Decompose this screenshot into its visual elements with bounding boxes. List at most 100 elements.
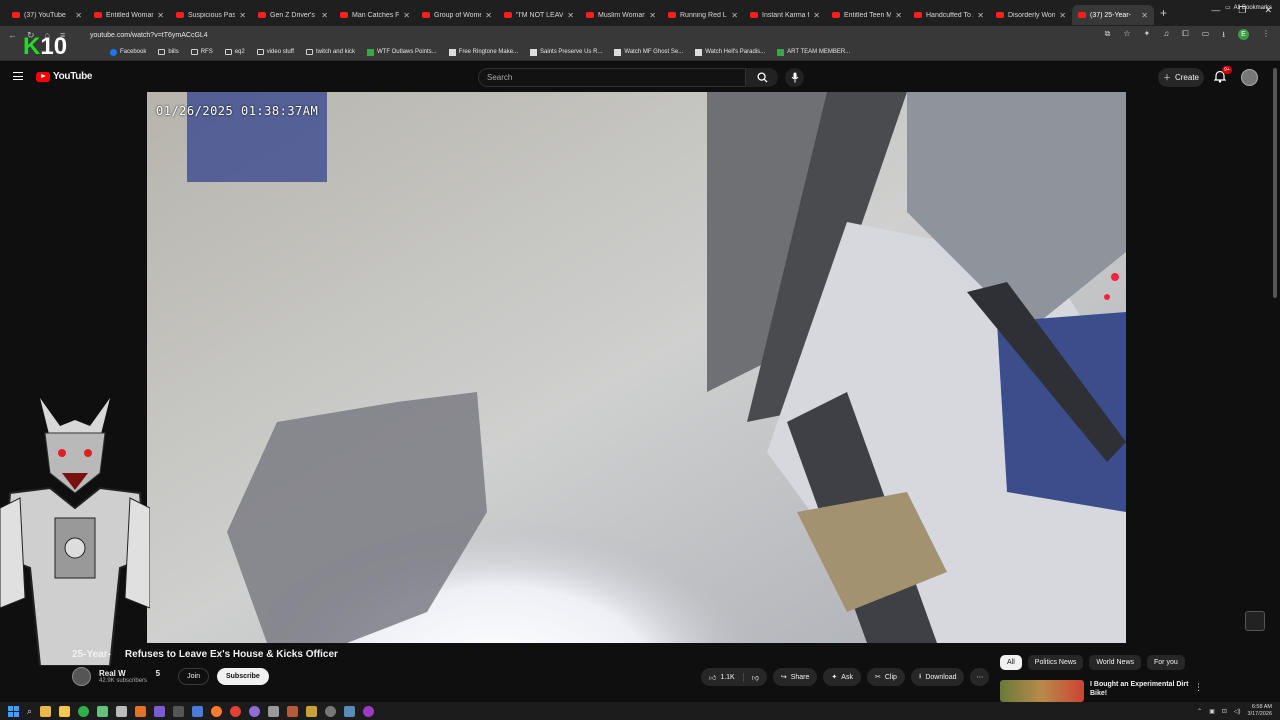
- download-button[interactable]: ⭳ Download: [910, 668, 965, 686]
- app-icon-5[interactable]: [173, 705, 185, 717]
- channel-avatar[interactable]: [72, 667, 91, 686]
- tab-close-icon[interactable]: ✕: [157, 11, 164, 20]
- browser-tab[interactable]: Entitled Woman I✕: [88, 5, 170, 25]
- tab-close-icon[interactable]: ✕: [567, 11, 574, 20]
- bookmark-item[interactable]: Saints Preserve Us R...: [530, 48, 602, 56]
- app-icon-11[interactable]: [344, 705, 356, 717]
- browser-tab[interactable]: Disorderly Wome✕: [990, 5, 1072, 25]
- bookmark-item[interactable]: RFS: [190, 49, 213, 55]
- notes-icon[interactable]: [59, 705, 71, 717]
- miniplayer-icon[interactable]: [1245, 611, 1265, 631]
- recommended-thumbnail[interactable]: [1000, 680, 1084, 702]
- profile-avatar[interactable]: E: [1238, 29, 1249, 40]
- windows-start-icon[interactable]: [8, 705, 19, 717]
- recommended-title[interactable]: I Bought an Experimental Dirt Bike!: [1090, 680, 1190, 702]
- app-icon-4[interactable]: [154, 705, 166, 717]
- volume-icon[interactable]: ◁): [1234, 708, 1241, 715]
- tab-close-icon[interactable]: ✕: [813, 11, 820, 20]
- browser-tab[interactable]: Running Red Ligh ✕: [662, 5, 744, 25]
- new-tab-plus-icon[interactable]: +: [1160, 6, 1167, 20]
- app-icon-12[interactable]: [363, 705, 375, 717]
- browser-tab[interactable]: Entitled Teen Me ✕: [826, 5, 908, 25]
- tab-close-icon[interactable]: ✕: [75, 11, 82, 20]
- more-actions-button[interactable]: ⋯: [970, 668, 990, 686]
- like-button[interactable]: 👍︎ 1.1K: [709, 673, 735, 682]
- app-icon-6[interactable]: [192, 705, 204, 717]
- file-explorer-icon[interactable]: [40, 705, 52, 717]
- menu-kebab-icon[interactable]: ⋮: [1262, 29, 1270, 43]
- tray-chevron-icon[interactable]: ⌃: [1197, 708, 1202, 715]
- taskbar-search-icon[interactable]: ⌕: [27, 706, 32, 717]
- tab-close-icon[interactable]: ✕: [649, 11, 656, 20]
- address-bar[interactable]: youtube.com/watch?v=tT6ymACcGL4: [90, 32, 208, 39]
- app-icon-9[interactable]: [287, 705, 299, 717]
- tab-close-icon[interactable]: ✕: [1141, 11, 1148, 20]
- taskbar-clock[interactable]: 6:58 AM 3/17/2026: [1248, 704, 1272, 718]
- firefox-icon[interactable]: [211, 705, 223, 717]
- filter-chip[interactable]: Politics News: [1027, 655, 1084, 670]
- browser-tab[interactable]: Group of Women ✕: [416, 5, 498, 25]
- extensions-puzzle-icon[interactable]: ⧠: [1182, 29, 1188, 43]
- minimize-icon[interactable]: —: [1211, 5, 1220, 16]
- browser-tab[interactable]: Instant Karma fo ✕: [744, 5, 826, 25]
- app-icon-10[interactable]: [306, 705, 318, 717]
- hamburger-menu-icon[interactable]: [13, 72, 23, 80]
- ask-button[interactable]: ✦ Ask: [823, 668, 861, 686]
- bookmark-item[interactable]: video stuff: [256, 49, 294, 55]
- bookmark-item[interactable]: bills: [158, 49, 179, 55]
- tab-close-icon[interactable]: ✕: [239, 11, 246, 20]
- browser-tab[interactable]: (37) 25-Year- ✕: [1072, 5, 1154, 25]
- recommended-video[interactable]: I Bought an Experimental Dirt Bike!: [1000, 680, 1190, 702]
- clip-button[interactable]: ✂ Clip: [866, 668, 905, 686]
- browser-tab[interactable]: Suspicious Passe✕: [170, 5, 252, 25]
- chrome-icon[interactable]: [230, 705, 242, 717]
- filter-chip[interactable]: All: [1000, 655, 1022, 670]
- tab-close-icon[interactable]: ✕: [1059, 11, 1066, 20]
- tab-close-icon[interactable]: ✕: [977, 11, 984, 20]
- recommended-more-icon[interactable]: ⋮: [1194, 682, 1203, 693]
- filter-chip[interactable]: For you: [1147, 655, 1185, 670]
- tab-close-icon[interactable]: ✕: [731, 11, 738, 20]
- tray-app-icon[interactable]: ▣: [1209, 708, 1215, 715]
- bookmark-item[interactable]: Watch Hell's Paradis...: [695, 48, 765, 56]
- app-icon-2[interactable]: [116, 705, 128, 717]
- browser-tab[interactable]: Handcuffed To A ✕: [908, 5, 990, 25]
- app-icon-3[interactable]: [135, 705, 147, 717]
- settings-gear-icon[interactable]: [325, 705, 337, 717]
- download-icon[interactable]: ⭳: [1222, 29, 1225, 43]
- search-button[interactable]: [746, 68, 778, 87]
- video-player[interactable]: 01/26/2025 01:38:37AM: [147, 92, 1126, 643]
- dislike-button[interactable]: 👎︎: [742, 672, 767, 682]
- filter-chip[interactable]: World News: [1089, 655, 1142, 670]
- search-input[interactable]: Search: [478, 68, 746, 87]
- tab-close-icon[interactable]: ✕: [895, 11, 902, 20]
- youtube-logo[interactable]: YouTube: [36, 71, 93, 82]
- channel-name[interactable]: Real W5: [99, 669, 160, 678]
- tab-close-icon[interactable]: ✕: [403, 11, 410, 20]
- browser-tab[interactable]: "I'M NOT LEAVIN✕: [498, 5, 580, 25]
- browser-tab[interactable]: Muslim Woman A✕: [580, 5, 662, 25]
- bookmark-item[interactable]: Facebook: [110, 48, 146, 56]
- bookmark-item[interactable]: Free Ringtone Make...: [448, 48, 518, 56]
- bookmark-item[interactable]: ART TEAM MEMBER...: [777, 48, 850, 56]
- page-scrollbar[interactable]: [1273, 68, 1277, 298]
- browser-tab[interactable]: Man Catches Flor✕: [334, 5, 416, 25]
- media-icon[interactable]: ♫: [1163, 29, 1169, 43]
- all-bookmarks[interactable]: ▭ All Bookmarks: [1225, 4, 1272, 12]
- extension-icon[interactable]: ✦: [1144, 29, 1151, 43]
- subscribe-button[interactable]: Subscribe: [216, 668, 269, 685]
- tab-close-icon[interactable]: ✕: [485, 11, 492, 20]
- account-avatar[interactable]: [1241, 69, 1258, 86]
- network-icon[interactable]: ⊡: [1222, 708, 1227, 715]
- bookmark-item[interactable]: twitch and kick: [305, 49, 355, 55]
- browser-tab[interactable]: (37) YouTube ✕: [6, 5, 88, 25]
- app-icon-1[interactable]: [97, 705, 109, 717]
- join-button[interactable]: Join: [178, 668, 209, 685]
- sidebar-icon[interactable]: ▭: [1202, 29, 1210, 43]
- voice-search-button[interactable]: [785, 68, 804, 87]
- browser-tab[interactable]: Gen Z Driver's Po ✕: [252, 5, 334, 25]
- back-icon[interactable]: ←: [8, 30, 17, 41]
- app-icon-7[interactable]: [249, 705, 261, 717]
- bookmark-star-icon[interactable]: ☆: [1123, 29, 1130, 43]
- bookmark-item[interactable]: WTF Outlaws Points...: [366, 48, 437, 56]
